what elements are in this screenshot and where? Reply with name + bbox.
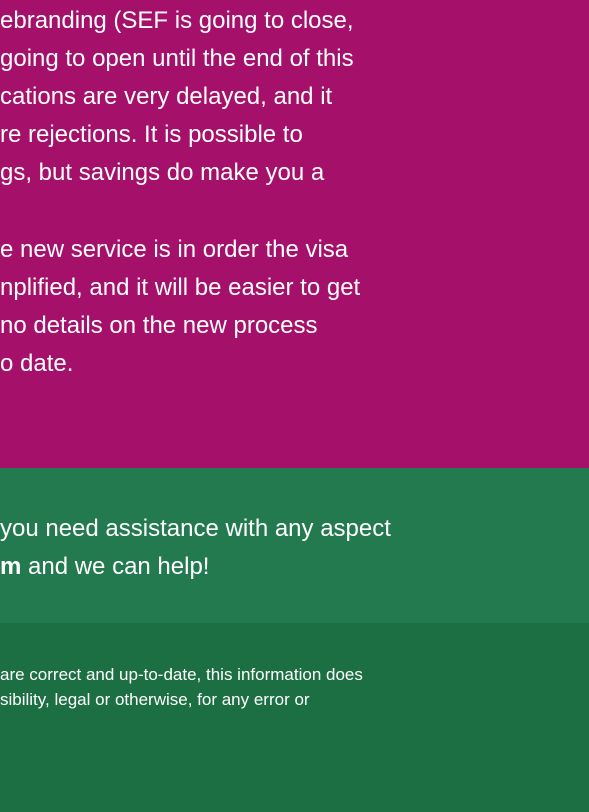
article-paragraph-2-line: no details on the new process	[0, 312, 318, 339]
assistance-banner: you need assistance with any aspect m an…	[0, 468, 589, 623]
article-paragraph-1-line: cations are very delayed, and it	[0, 83, 333, 110]
article-paragraph-1-line: ebranding (SEF is going to close,	[0, 7, 354, 34]
assistance-contact-fragment[interactable]: m	[0, 553, 21, 580]
article-paragraph-1-line: gs, but savings do make you a	[0, 159, 325, 186]
disclaimer-text-line: are correct and up-to-date, this informa…	[0, 665, 363, 684]
disclaimer-text-line: sibility, legal or otherwise, for any er…	[0, 690, 310, 709]
article-section: ebranding (SEF is going to close, going …	[0, 0, 589, 468]
article-paragraph-2-line: e new service is in order the visa	[0, 236, 349, 263]
disclaimer-section: are correct and up-to-date, this informa…	[0, 623, 589, 812]
article-paragraph-2-line: nplified, and it will be easier to get	[0, 274, 361, 301]
article-paragraph-1-line: going to open until the end of this	[0, 45, 354, 72]
article-paragraph-2-line: o date.	[0, 350, 74, 377]
article-paragraph-1-line: re rejections. It is possible to	[0, 121, 303, 148]
assistance-text-line: m and we can help!	[0, 552, 209, 582]
assistance-text-line: you need assistance with any aspect	[0, 515, 391, 542]
assistance-text-fragment: and we can help!	[21, 553, 210, 580]
